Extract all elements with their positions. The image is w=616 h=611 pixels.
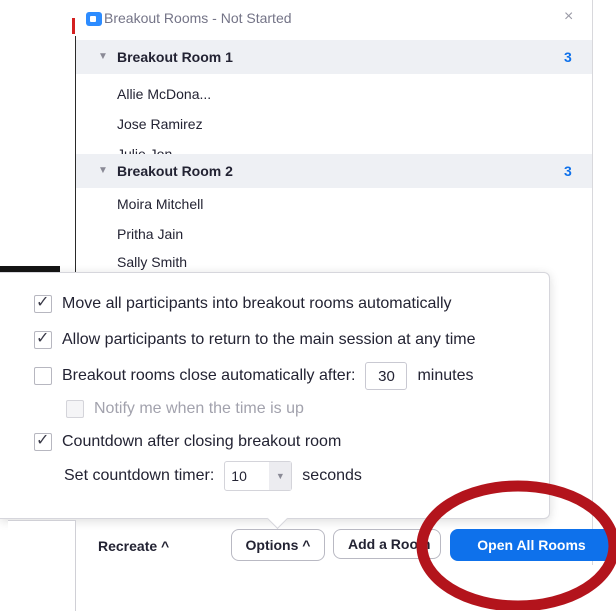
participant-item[interactable]: Jose Ramirez: [117, 116, 203, 132]
room-header-1[interactable]: ▼ Breakout Room 1 3: [76, 40, 592, 74]
participant-item[interactable]: Allie McDona...: [117, 86, 211, 102]
option-countdown[interactable]: Countdown after closing breakout room: [34, 430, 342, 451]
room-count: 3: [564, 163, 572, 179]
option-allow-return[interactable]: Allow participants to return to the main…: [34, 328, 476, 349]
room-name: Breakout Room 1: [117, 49, 233, 65]
background-edge-mark: [72, 18, 75, 34]
participant-item[interactable]: Pritha Jain: [117, 226, 183, 242]
countdown-checkbox[interactable]: [34, 430, 52, 451]
minutes-unit: minutes: [417, 367, 474, 384]
zoom-camera-icon: [86, 12, 102, 26]
chevron-down-icon[interactable]: ▼: [98, 165, 108, 176]
close-auto-checkbox[interactable]: [34, 367, 52, 385]
seconds-unit: seconds: [302, 467, 362, 484]
notify-checkbox: [66, 400, 84, 418]
timer-value: 10: [231, 468, 247, 484]
option-move-auto[interactable]: Move all participants into breakout room…: [34, 292, 452, 313]
options-popover: Move all participants into breakout room…: [0, 272, 550, 519]
open-all-rooms-button[interactable]: Open All Rooms: [450, 529, 613, 561]
option-label: Countdown after closing breakout room: [62, 433, 342, 450]
recreate-button[interactable]: Recreate ^: [98, 538, 169, 554]
move-auto-checkbox[interactable]: [34, 292, 52, 313]
room-header-2[interactable]: ▼ Breakout Room 2 3: [76, 154, 592, 188]
background-fragment: [8, 520, 76, 611]
option-timer: Set countdown timer: 10 ▼ seconds: [64, 461, 362, 491]
close-icon[interactable]: ×: [564, 8, 573, 26]
option-label: Notify me when the time is up: [94, 400, 304, 417]
option-label: Allow participants to return to the main…: [62, 331, 476, 348]
option-label: Move all participants into breakout room…: [62, 295, 452, 312]
participant-item[interactable]: Moira Mitchell: [117, 196, 203, 212]
add-room-button[interactable]: Add a Room: [333, 529, 441, 559]
room-count: 3: [564, 49, 572, 65]
room-name: Breakout Room 2: [117, 163, 233, 179]
allow-return-checkbox[interactable]: [34, 328, 52, 349]
option-close-auto[interactable]: Breakout rooms close automatically after…: [34, 362, 474, 390]
chevron-down-icon[interactable]: ▼: [98, 51, 108, 62]
participant-item[interactable]: Sally Smith: [117, 254, 187, 270]
option-label: Breakout rooms close automatically after…: [62, 367, 356, 384]
option-notify: Notify me when the time is up: [66, 400, 304, 418]
title-bar: Breakout Rooms - Not Started ×: [76, 0, 592, 38]
close-minutes-input[interactable]: 30: [365, 362, 408, 390]
timer-label: Set countdown timer:: [64, 467, 215, 484]
chevron-down-icon[interactable]: ▼: [269, 462, 292, 490]
countdown-timer-select[interactable]: 10 ▼: [224, 461, 293, 491]
window-title: Breakout Rooms - Not Started: [104, 10, 292, 26]
options-button[interactable]: Options ^: [231, 529, 325, 561]
